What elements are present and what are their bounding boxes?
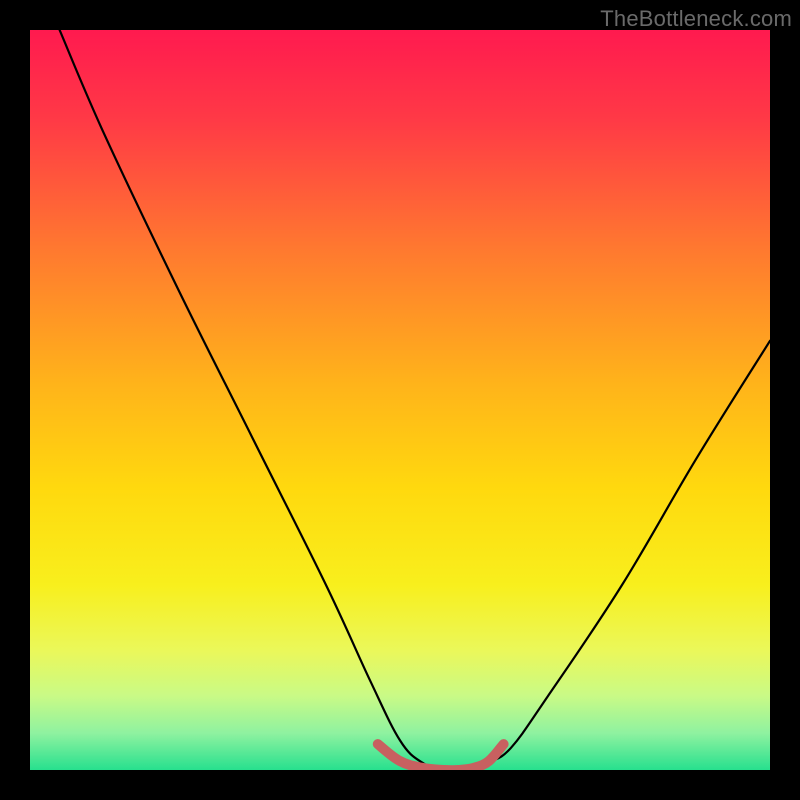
plot-area bbox=[30, 30, 770, 770]
chart-frame: TheBottleneck.com bbox=[0, 0, 800, 800]
bottleneck-curve bbox=[60, 30, 770, 770]
watermark-text: TheBottleneck.com bbox=[600, 6, 792, 32]
bottom-band bbox=[378, 744, 504, 770]
curve-layer bbox=[30, 30, 770, 770]
